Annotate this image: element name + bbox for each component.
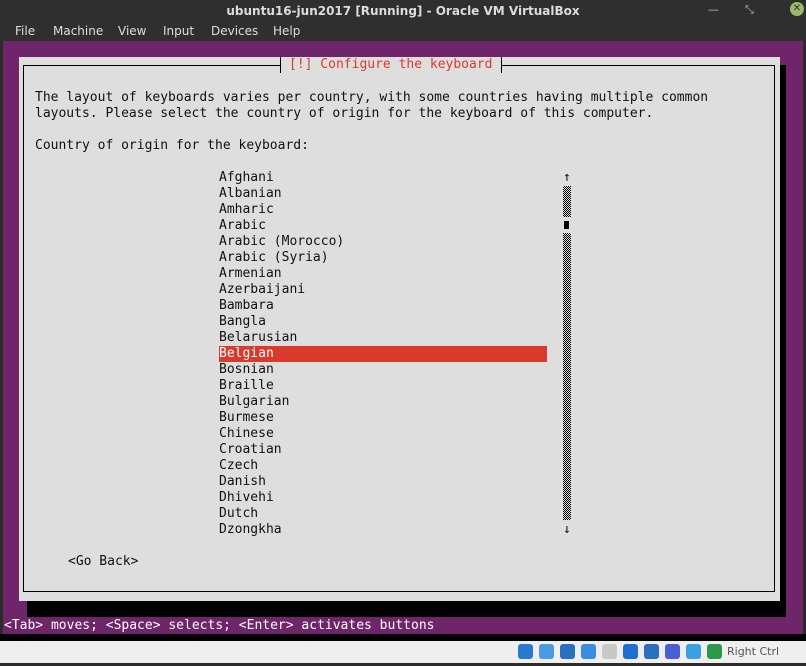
menu-machine[interactable]: Machine	[53, 24, 103, 38]
country-item[interactable]: Dzongkha	[219, 522, 547, 538]
network-icon[interactable]	[560, 644, 575, 659]
country-item[interactable]: Azerbaijani	[219, 282, 547, 298]
scroll-up-arrow[interactable]: ↑	[563, 170, 571, 186]
country-item[interactable]: Danish	[219, 474, 547, 490]
shared-folders-icon[interactable]	[602, 644, 617, 659]
usb-icon[interactable]	[581, 644, 596, 659]
menu-view[interactable]: View	[118, 24, 146, 38]
dialog-shadow	[780, 65, 786, 605]
maximize-icon[interactable]: ⤡	[745, 3, 754, 17]
country-item[interactable]: Arabic (Syria)	[219, 250, 547, 266]
window-title: ubuntu16-jun2017 [Running] - Oracle VM V…	[226, 4, 579, 18]
description: The layout of keyboards varies per count…	[35, 90, 708, 106]
menu-input[interactable]: Input	[163, 24, 194, 38]
hard-disk-icon[interactable]	[518, 644, 533, 659]
cpu-icon[interactable]	[665, 644, 680, 659]
scrollbar-thumb[interactable]	[564, 221, 569, 229]
country-item[interactable]: Belgian	[219, 346, 547, 362]
description: layouts. Please select the country of or…	[35, 106, 653, 122]
dialog-shadow	[27, 601, 786, 617]
video-capture-icon[interactable]	[644, 644, 659, 659]
window-titlebar: ubuntu16-jun2017 [Running] - Oracle VM V…	[0, 0, 806, 20]
country-item[interactable]: Czech	[219, 458, 547, 474]
menu-help[interactable]: Help	[273, 24, 300, 38]
screen-border	[0, 634, 806, 641]
host-key-label: Right Ctrl	[727, 645, 779, 658]
country-item[interactable]: Arabic (Morocco)	[219, 234, 547, 250]
scroll-down-arrow[interactable]: ↓	[563, 522, 571, 538]
country-item[interactable]: Bambara	[219, 298, 547, 314]
country-item[interactable]: Croatian	[219, 442, 547, 458]
statusbar: Right Ctrl	[0, 641, 806, 663]
country-item[interactable]: Arabic	[219, 218, 547, 234]
key-hint: <Tab> moves; <Space> selects; <Enter> ac…	[4, 618, 434, 634]
country-item[interactable]: Bulgarian	[219, 394, 547, 410]
country-item[interactable]: Afghani	[219, 170, 547, 186]
country-item[interactable]: Belarusian	[219, 330, 547, 346]
close-icon[interactable]: ✕	[790, 2, 804, 16]
prompt-label: Country of origin for the keyboard:	[35, 138, 309, 154]
country-item[interactable]: Chinese	[219, 426, 547, 442]
display-icon[interactable]	[623, 644, 638, 659]
go-back-button[interactable]: <Go Back>	[68, 554, 138, 570]
country-item[interactable]: Armenian	[219, 266, 547, 282]
minimize-icon[interactable]: —	[708, 3, 719, 16]
menubar: File Machine View Input Devices Help	[0, 20, 806, 41]
keyboard-capture-icon[interactable]	[707, 644, 722, 659]
country-item[interactable]: Dutch	[219, 506, 547, 522]
country-item[interactable]: Amharic	[219, 202, 547, 218]
country-item[interactable]: Burmese	[219, 410, 547, 426]
country-item[interactable]: Albanian	[219, 186, 547, 202]
dialog-title: [!] Configure the keyboard	[280, 57, 502, 73]
country-item[interactable]: Braille	[219, 378, 547, 394]
country-item[interactable]: Bangla	[219, 314, 547, 330]
country-item[interactable]: Bosnian	[219, 362, 547, 378]
optical-drive-icon[interactable]	[539, 644, 554, 659]
mouse-integration-icon[interactable]	[686, 644, 701, 659]
country-item[interactable]: Dhivehi	[219, 490, 547, 506]
scrollbar-track[interactable]	[563, 186, 571, 520]
menu-file[interactable]: File	[15, 24, 35, 38]
menu-devices[interactable]: Devices	[211, 24, 258, 38]
